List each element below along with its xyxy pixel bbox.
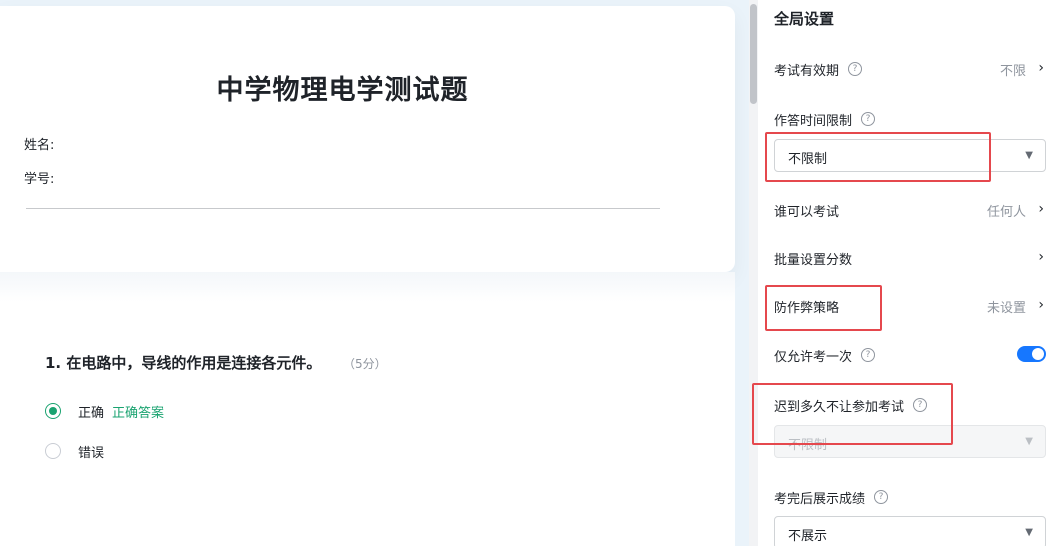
- setting-who-can-take[interactable]: 谁可以考试 任何人 ›: [774, 200, 1044, 220]
- option-label: 错误: [78, 445, 105, 461]
- setting-label: 仅允许考一次: [774, 349, 853, 365]
- setting-label: 考完后展示成绩: [774, 491, 866, 507]
- setting-once-only: 仅允许考一次 ?: [774, 345, 1044, 365]
- select-value: 不限制: [788, 438, 828, 453]
- dropdown-arrow-icon: ▼: [1025, 436, 1033, 447]
- setting-label: 考试有效期: [774, 63, 840, 79]
- card-shadow: [0, 272, 735, 302]
- once-only-toggle[interactable]: [1017, 346, 1046, 362]
- option-label: 正确: [78, 405, 105, 421]
- content-scrollbar[interactable]: [749, 0, 758, 546]
- chevron-right-icon: ›: [1038, 297, 1044, 313]
- late-limit-select: 不限制 ▼: [774, 425, 1046, 458]
- setting-exam-validity[interactable]: 考试有效期 ? 不限 ›: [774, 59, 1044, 79]
- chevron-right-icon: ›: [1038, 249, 1044, 265]
- setting-time-limit: 作答时间限制 ?: [774, 109, 1044, 129]
- setting-label: 迟到多久不让参加考试: [774, 399, 905, 415]
- radio-checked-icon[interactable]: [45, 403, 61, 419]
- exam-preview: 中学物理电学测试题 姓名: 学号: 1. 在电路中，导线的作用是连接各元件。 （…: [0, 0, 748, 546]
- option-true[interactable]: 正确 正确答案: [45, 401, 164, 421]
- chevron-right-icon: ›: [1038, 60, 1044, 76]
- dropdown-arrow-icon: ▼: [1025, 150, 1033, 161]
- scrollbar-thumb[interactable]: [750, 4, 757, 104]
- setting-show-score: 考完后展示成绩 ?: [774, 487, 1044, 507]
- help-icon[interactable]: ?: [913, 398, 928, 412]
- help-icon[interactable]: ?: [848, 62, 863, 76]
- question-card[interactable]: 1. 在电路中，导线的作用是连接各元件。 （5分） 正确 正确答案 错误: [0, 272, 735, 546]
- option-false[interactable]: 错误: [45, 441, 104, 461]
- help-icon[interactable]: ?: [874, 490, 889, 504]
- dropdown-arrow-icon: ▼: [1025, 527, 1033, 538]
- select-value: 不展示: [788, 529, 828, 544]
- setting-anti-cheat[interactable]: 防作弊策略 未设置 ›: [774, 296, 1044, 316]
- question-score: （5分）: [343, 357, 387, 371]
- help-icon[interactable]: ?: [861, 112, 876, 126]
- setting-label: 作答时间限制: [774, 113, 853, 129]
- setting-label: 谁可以考试: [774, 204, 840, 220]
- setting-value: 未设置: [986, 300, 1026, 316]
- question-title: 1. 在电路中，导线的作用是连接各元件。: [45, 354, 322, 372]
- setting-label: 防作弊策略: [774, 300, 840, 316]
- setting-label: 批量设置分数: [774, 252, 853, 268]
- help-icon[interactable]: ?: [861, 348, 876, 362]
- name-field-label: 姓名:: [24, 138, 55, 153]
- toggle-knob: [1032, 348, 1044, 360]
- select-value: 不限制: [788, 152, 828, 167]
- show-score-select[interactable]: 不展示 ▼: [774, 516, 1046, 546]
- student-id-field-label: 学号:: [24, 172, 55, 187]
- setting-batch-score[interactable]: 批量设置分数 ›: [774, 248, 1044, 268]
- panel-title: 全局设置: [774, 10, 835, 28]
- radio-unchecked-icon[interactable]: [45, 443, 61, 459]
- setting-value: 不限: [999, 63, 1026, 79]
- exam-title: 中学物理电学测试题: [216, 75, 469, 106]
- global-settings-panel: 全局设置 考试有效期 ? 不限 › 作答时间限制 ? 不限制 ▼ 谁可以考试 任…: [758, 0, 1058, 546]
- header-divider: [26, 208, 660, 209]
- correct-answer-tag: 正确答案: [112, 405, 165, 421]
- chevron-right-icon: ›: [1038, 201, 1044, 217]
- exam-header-card: 中学物理电学测试题 姓名: 学号:: [0, 6, 735, 272]
- setting-value: 任何人: [986, 204, 1026, 220]
- setting-late-limit: 迟到多久不让参加考试 ?: [774, 395, 1044, 415]
- time-limit-select[interactable]: 不限制 ▼: [774, 139, 1046, 172]
